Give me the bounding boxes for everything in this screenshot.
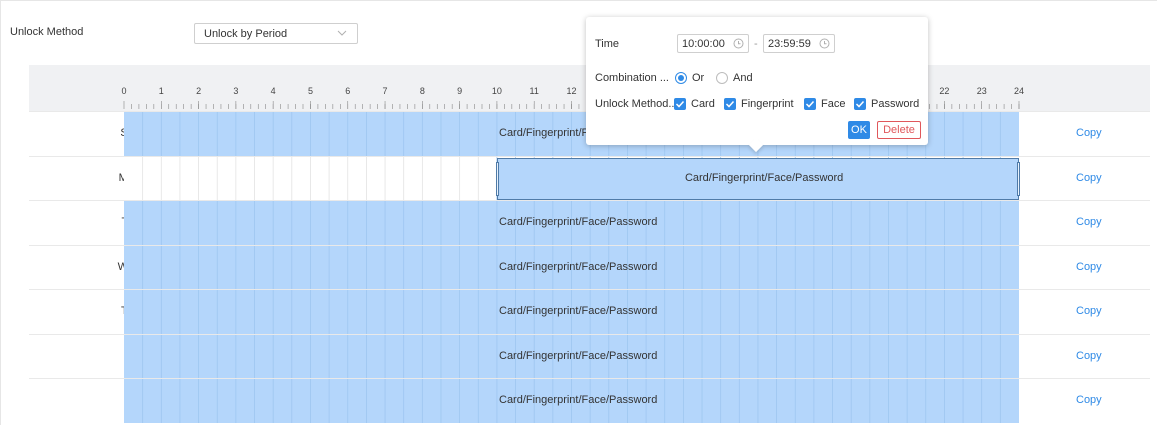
password-checkbox[interactable]: [854, 98, 866, 110]
ruler-hour-label: 12: [566, 86, 576, 96]
chevron-down-icon: [337, 30, 347, 36]
check-icon: [855, 100, 865, 108]
end-time-value: 23:59:59: [768, 38, 811, 50]
combination-label: Combination ...: [595, 72, 669, 84]
ruler-hour-label: 6: [345, 86, 350, 96]
ruler-hour-label: 10: [492, 86, 502, 96]
day-row-wed: WedCard/Fingerprint/Face/PasswordCopy: [29, 244, 1150, 290]
day-timeline[interactable]: Card/Fingerprint/Face/Password: [124, 334, 1019, 379]
ruler-hour-label: 3: [233, 86, 238, 96]
segment-label: Card/Fingerprint/Face/Password: [499, 216, 658, 228]
ruler-hour-label: 8: [420, 86, 425, 96]
unlock-methods-label: Unlock Method...: [595, 98, 678, 110]
segment-resize-handle-left[interactable]: [495, 161, 499, 196]
end-time-input[interactable]: 23:59:59: [763, 34, 835, 53]
day-row-mon: MonCard/Fingerprint/Face/PasswordCopy: [29, 155, 1150, 201]
copy-link[interactable]: Copy: [1076, 172, 1102, 184]
combination-and-label: And: [733, 72, 753, 84]
fingerprint-checkbox-label: Fingerprint: [741, 98, 794, 110]
unlock-method-label: Unlock Method: [10, 26, 84, 38]
segment-label: Card/Fingerprint/Face/Password: [684, 171, 844, 184]
time-range-separator: -: [754, 38, 758, 50]
clock-icon: [819, 38, 830, 49]
segment-label: Card/Fingerprint/Face/Password: [499, 349, 658, 362]
schedule-page: Unlock Method Unlock by Period 012345678…: [0, 0, 1157, 425]
day-row-sat: SatCard/Fingerprint/Face/PasswordCopy: [29, 378, 1150, 423]
check-icon: [725, 100, 735, 108]
unlock-method-select-value: Unlock by Period: [204, 28, 288, 40]
ruler-hour-label: 7: [383, 86, 388, 96]
ruler-hour-label: 24: [1014, 86, 1024, 96]
check-icon: [805, 100, 815, 108]
ruler-hour-label: 1: [159, 86, 164, 96]
start-time-value: 10:00:00: [682, 38, 725, 50]
copy-link[interactable]: Copy: [1076, 394, 1102, 406]
unlock-method-select[interactable]: Unlock by Period: [194, 23, 358, 44]
card-checkbox-label: Card: [691, 98, 715, 110]
ruler-hour-label: 5: [308, 86, 313, 96]
ruler-hour-label: 22: [939, 86, 949, 96]
ruler-hour-label: 23: [977, 86, 987, 96]
face-checkbox[interactable]: [804, 98, 816, 110]
copy-link[interactable]: Copy: [1076, 305, 1102, 317]
start-time-input[interactable]: 10:00:00: [677, 34, 749, 53]
ruler-hour-label: 9: [457, 86, 462, 96]
copy-link[interactable]: Copy: [1076, 261, 1102, 273]
day-timeline[interactable]: Card/Fingerprint/Face/Password: [124, 379, 1019, 423]
password-checkbox-label: Password: [871, 98, 920, 110]
ok-button[interactable]: OK: [848, 121, 870, 139]
day-timeline[interactable]: Card/Fingerprint/Face/Password: [124, 245, 1019, 290]
period-edit-popover: Time 10:00:00 - 23:59:59 Combination ...…: [586, 17, 928, 153]
ruler-hour-label: 2: [196, 86, 201, 96]
ruler-hour-label: 11: [530, 86, 539, 96]
day-row-thu: ThuCard/Fingerprint/Face/PasswordCopy: [29, 289, 1150, 334]
combination-or-radio[interactable]: [675, 72, 687, 84]
day-row-tue: TueCard/Fingerprint/Face/PasswordCopy: [29, 200, 1150, 245]
ruler-hour-label: 0: [121, 86, 126, 96]
day-timeline[interactable]: Card/Fingerprint/Face/Password: [124, 156, 1020, 201]
combination-and-radio[interactable]: [716, 72, 728, 84]
day-timeline[interactable]: Card/Fingerprint/Face/Password: [124, 290, 1019, 334]
ruler-hour-label: 4: [271, 86, 276, 96]
delete-button[interactable]: Delete: [877, 121, 921, 139]
segment-resize-handle-right[interactable]: [1016, 161, 1020, 196]
segment-label: Card/Fingerprint/Face/Password: [499, 305, 658, 317]
segment-label: Card/Fingerprint/Face/Password: [499, 394, 658, 406]
clock-icon: [733, 38, 744, 49]
card-checkbox[interactable]: [674, 98, 686, 110]
copy-link[interactable]: Copy: [1076, 127, 1102, 139]
copy-link[interactable]: Copy: [1076, 216, 1102, 228]
segment-label: Card/Fingerprint/Face/Password: [499, 260, 658, 273]
combination-or-label: Or: [692, 72, 705, 84]
face-checkbox-label: Face: [821, 98, 846, 110]
check-icon: [675, 100, 685, 108]
fingerprint-checkbox[interactable]: [724, 98, 736, 110]
copy-link[interactable]: Copy: [1076, 350, 1102, 362]
day-timeline[interactable]: Card/Fingerprint/Face/Password: [124, 201, 1019, 245]
day-row-fri: FriCard/Fingerprint/Face/PasswordCopy: [29, 333, 1150, 379]
time-label: Time: [595, 38, 620, 50]
